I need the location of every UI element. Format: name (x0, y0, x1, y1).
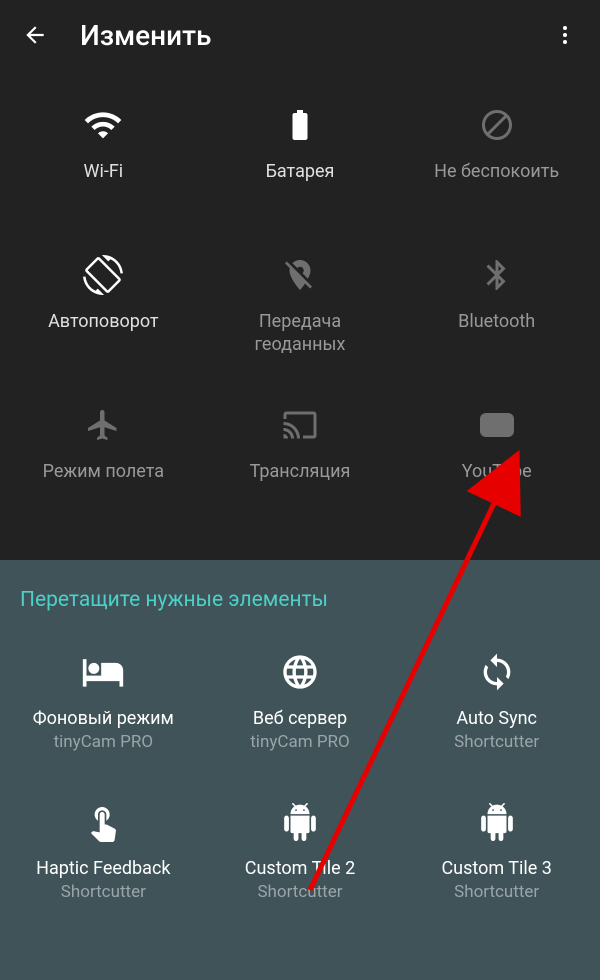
tile-background-mode[interactable]: Фоновый режим tinyCam PRO (10, 637, 197, 777)
back-button[interactable] (20, 20, 50, 50)
tile-sublabel: Shortcutter (61, 882, 146, 902)
tile-haptic-feedback[interactable]: Haptic Feedback Shortcutter (10, 787, 197, 927)
tile-location[interactable]: Передача геоданных (207, 240, 394, 380)
tile-battery[interactable]: Батарея (207, 90, 394, 230)
tile-label: Custom Tile 2 (245, 857, 355, 880)
tile-sublabel: Shortcutter (257, 882, 342, 902)
tile-label: Веб сервер (253, 707, 347, 730)
active-tiles-grid: Wi-Fi Батарея Не беспокоить Автоповорот (0, 70, 600, 560)
tile-label: Custom Tile 3 (441, 857, 551, 880)
bluetooth-icon (472, 250, 522, 300)
sync-icon (472, 647, 522, 697)
tile-custom-2[interactable]: Custom Tile 2 Shortcutter (207, 787, 394, 927)
tile-airplane[interactable]: Режим полета (10, 390, 197, 530)
tile-label: Haptic Feedback (36, 857, 170, 880)
tile-youtube[interactable]: YouTube (403, 390, 590, 530)
tile-label: Трансляция (250, 460, 351, 483)
tile-label: Режим полета (43, 460, 164, 483)
cast-icon (275, 400, 325, 450)
tile-label: YouTube (462, 460, 532, 483)
tile-sublabel: Shortcutter (454, 732, 539, 752)
tile-custom-3[interactable]: Custom Tile 3 Shortcutter (403, 787, 590, 927)
tile-sublabel: tinyCam PRO (250, 732, 349, 752)
tile-label: Bluetooth (458, 310, 535, 333)
android-icon (275, 797, 325, 847)
drag-section-title: Перетащите нужные элементы (10, 580, 590, 637)
tile-label: Фоновый режим (33, 707, 174, 730)
touch-icon (78, 797, 128, 847)
more-vert-icon (553, 23, 577, 47)
bed-icon (78, 647, 128, 697)
arrow-back-icon (22, 22, 48, 48)
tile-auto-sync[interactable]: Auto Sync Shortcutter (403, 637, 590, 777)
tile-sublabel: tinyCam PRO (54, 732, 153, 752)
tile-label: Передача геоданных (212, 310, 389, 357)
tile-label: Автоповорот (48, 310, 159, 333)
battery-icon (275, 100, 325, 150)
tile-label: Auto Sync (456, 707, 537, 730)
tile-label: Не беспокоить (434, 160, 559, 183)
more-button[interactable] (550, 20, 580, 50)
tile-label: Wi-Fi (84, 160, 124, 183)
available-tiles-section: Перетащите нужные элементы Фоновый режим… (0, 560, 600, 980)
tile-bluetooth[interactable]: Bluetooth (403, 240, 590, 380)
tile-web-server[interactable]: Веб сервер tinyCam PRO (207, 637, 394, 777)
tile-wifi[interactable]: Wi-Fi (10, 90, 197, 230)
globe-icon (275, 647, 325, 697)
dnd-icon (472, 100, 522, 150)
location-off-icon (275, 250, 325, 300)
airplane-icon (78, 400, 128, 450)
tile-dnd[interactable]: Не беспокоить (403, 90, 590, 230)
rotate-icon (78, 250, 128, 300)
android-icon (472, 797, 522, 847)
page-title: Изменить (80, 19, 550, 52)
tile-cast[interactable]: Трансляция (207, 390, 394, 530)
header: Изменить (0, 0, 600, 70)
tile-label: Батарея (266, 160, 335, 183)
wifi-icon (78, 100, 128, 150)
tile-autorotate[interactable]: Автоповорот (10, 240, 197, 380)
youtube-icon (472, 400, 522, 450)
tile-sublabel: Shortcutter (454, 882, 539, 902)
